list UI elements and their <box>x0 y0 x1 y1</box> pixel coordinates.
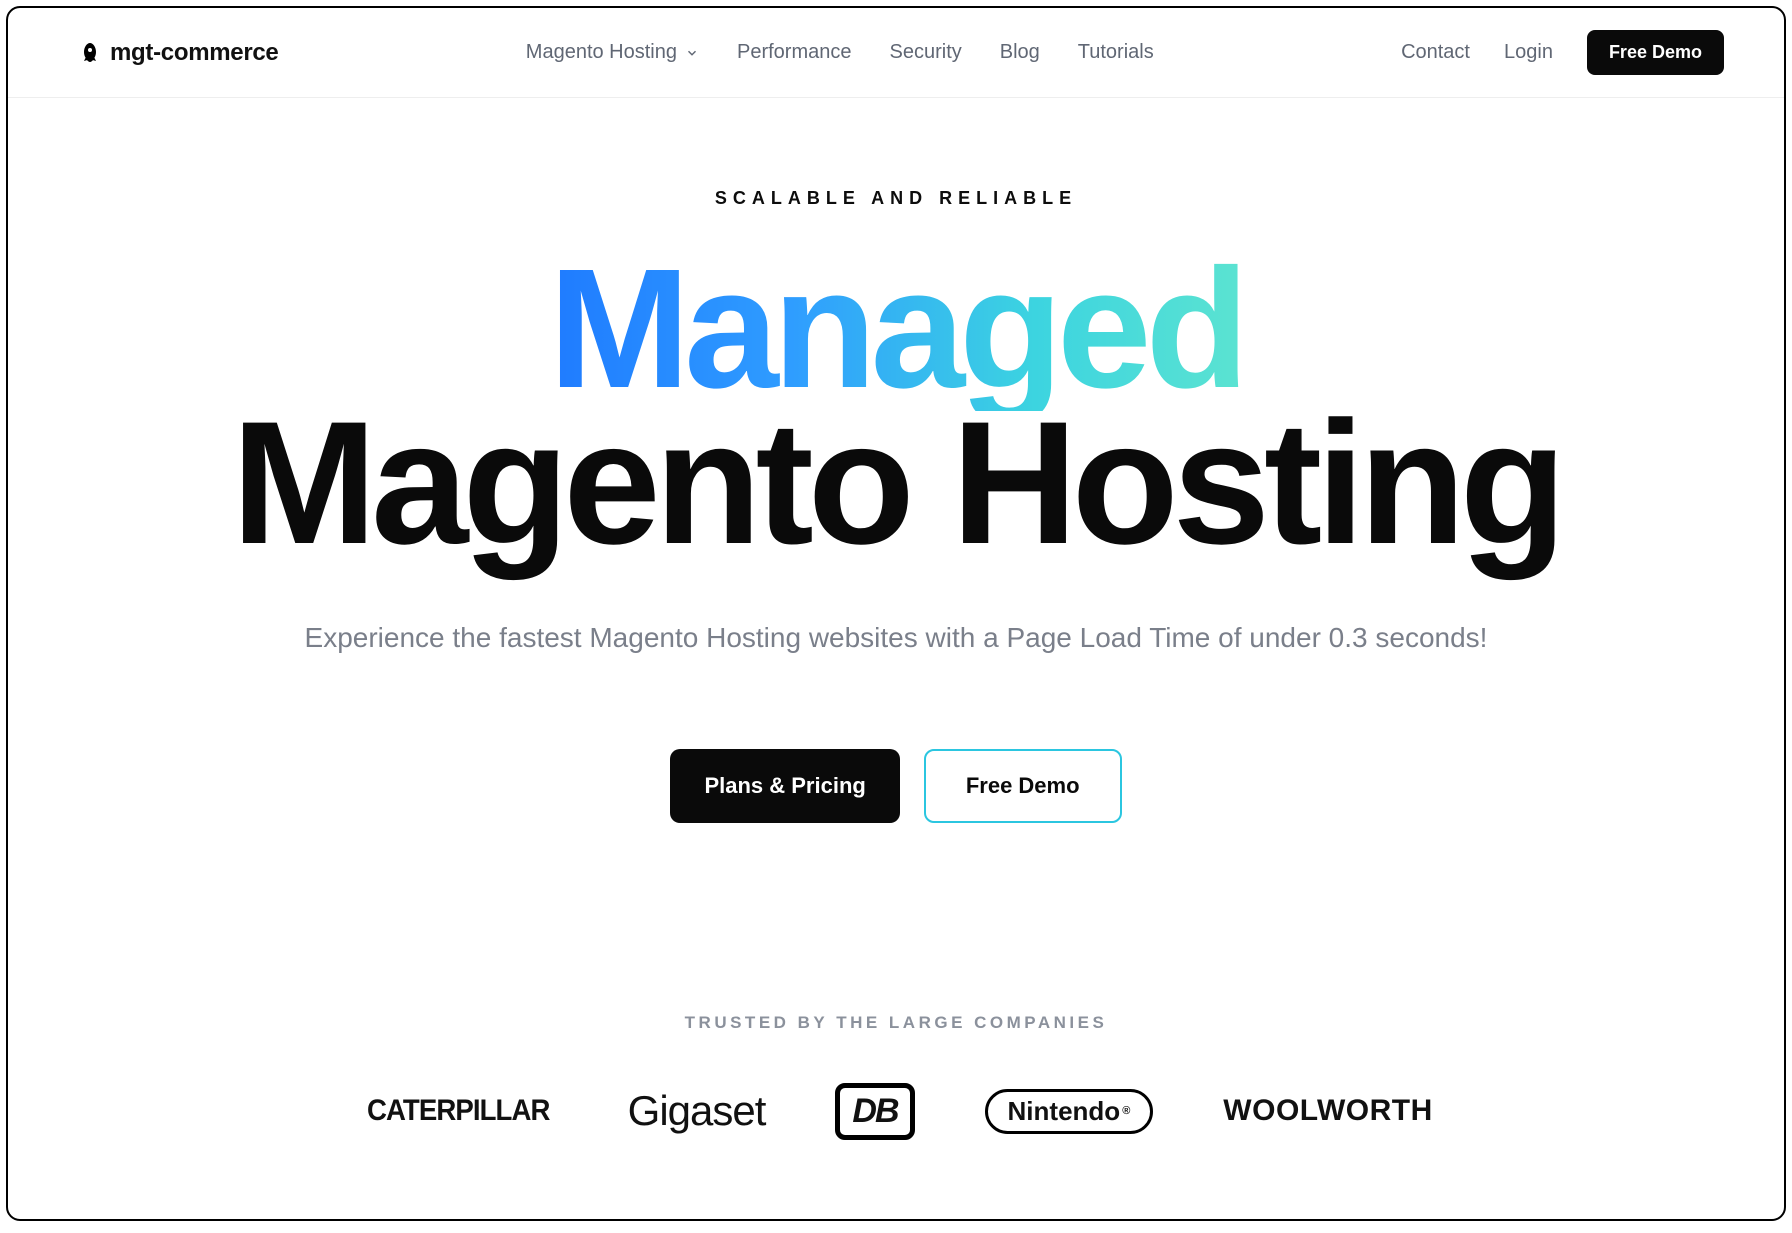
logo-woolworth: WOOLWORTH <box>1223 1094 1432 1128</box>
brand-name: mgt-commerce <box>110 39 278 67</box>
nav-item-label: Blog <box>1000 41 1040 64</box>
registered-mark: ® <box>1122 1105 1130 1117</box>
logo-gigaset: Gigaset <box>628 1087 766 1135</box>
nav-item-label: Security <box>890 41 962 64</box>
rocket-icon <box>78 41 102 65</box>
nav-item-label: Performance <box>737 41 852 64</box>
company-logos: CATERPILLAR Gigaset DB Nintendo® WOOLWOR… <box>8 1083 1784 1140</box>
nav-item-blog[interactable]: Blog <box>1000 41 1040 64</box>
nav-item-tutorials[interactable]: Tutorials <box>1078 41 1154 64</box>
brand-logo[interactable]: mgt-commerce <box>78 39 278 67</box>
nav-item-label: Tutorials <box>1078 41 1154 64</box>
hero-section: SCALABLE AND RELIABLE Managed Magento Ho… <box>8 98 1784 1140</box>
logo-caterpillar: CATERPILLAR <box>367 1094 550 1128</box>
navbar: mgt-commerce Magento Hosting Performance… <box>8 8 1784 98</box>
nav-right: Contact Login Free Demo <box>1401 30 1724 75</box>
trusted-label: TRUSTED BY THE LARGE COMPANIES <box>8 1013 1784 1033</box>
nav-free-demo-button[interactable]: Free Demo <box>1587 30 1724 75</box>
nav-center: Magento Hosting Performance Security Blo… <box>526 41 1154 64</box>
free-demo-button[interactable]: Free Demo <box>924 749 1122 823</box>
logo-db: DB <box>835 1083 914 1140</box>
nav-item-security[interactable]: Security <box>890 41 962 64</box>
hero-title: Managed Magento Hosting <box>8 249 1784 567</box>
logo-nintendo: Nintendo® <box>985 1089 1154 1134</box>
hero-subtitle: Experience the fastest Magento Hosting w… <box>8 622 1784 654</box>
nav-login[interactable]: Login <box>1504 41 1553 64</box>
hero-cta-row: Plans & Pricing Free Demo <box>8 749 1784 823</box>
hero-eyebrow: SCALABLE AND RELIABLE <box>8 188 1784 209</box>
nav-item-performance[interactable]: Performance <box>737 41 852 64</box>
logo-nintendo-text: Nintendo <box>1008 1096 1121 1127</box>
plans-pricing-button[interactable]: Plans & Pricing <box>670 749 899 823</box>
nav-contact[interactable]: Contact <box>1401 41 1470 64</box>
chevron-down-icon <box>685 46 699 60</box>
nav-item-magento-hosting[interactable]: Magento Hosting <box>526 41 699 64</box>
nav-item-label: Magento Hosting <box>526 41 677 64</box>
hero-title-magento: Magento Hosting <box>8 401 1784 567</box>
trusted-section: TRUSTED BY THE LARGE COMPANIES CATERPILL… <box>8 1013 1784 1140</box>
